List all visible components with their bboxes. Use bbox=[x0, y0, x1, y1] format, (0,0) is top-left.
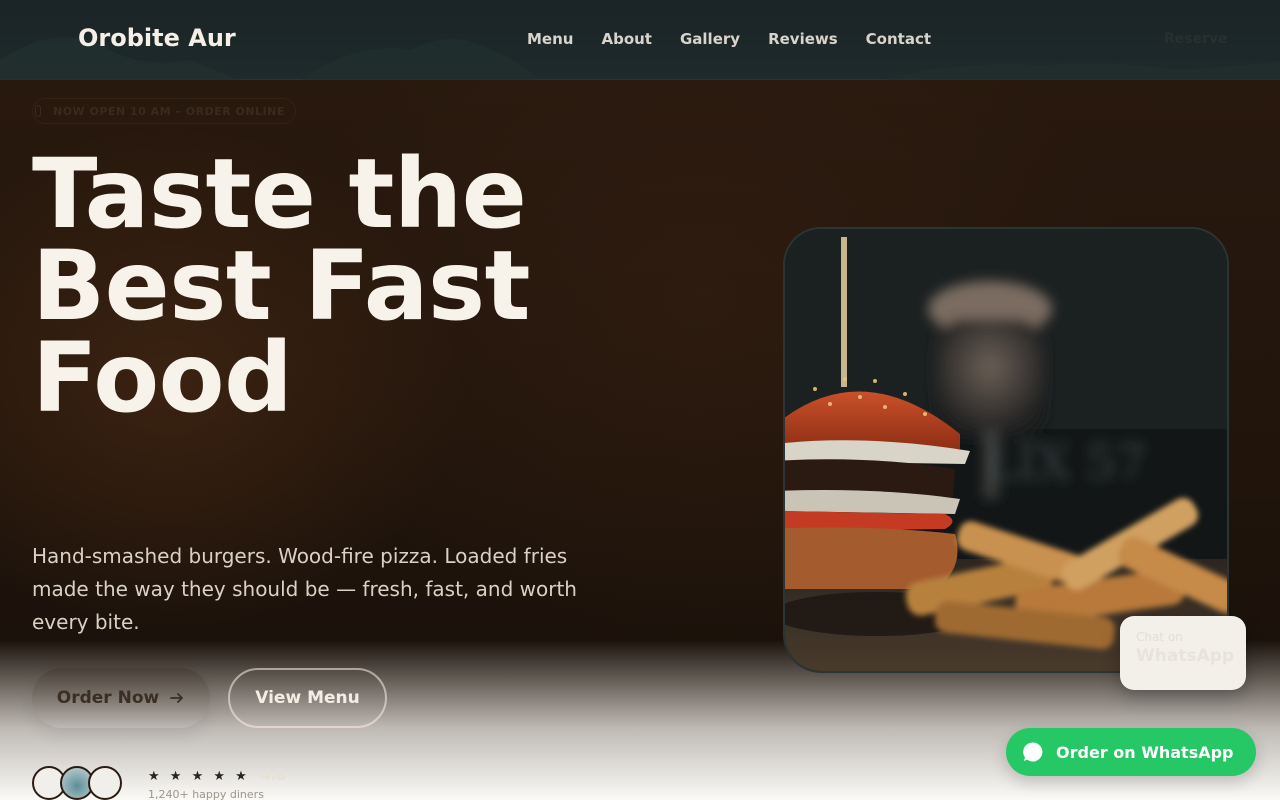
order-now-label: Order Now bbox=[56, 688, 160, 708]
order-whatsapp-button[interactable]: Order on WhatsApp bbox=[1006, 728, 1256, 776]
hero-headline: Taste the Best Fast Food bbox=[32, 138, 652, 434]
nav-link-menu[interactable]: Menu bbox=[527, 30, 573, 48]
diners-count: 1,240+ happy diners bbox=[148, 788, 264, 800]
chat-bubble-icon bbox=[1022, 741, 1044, 763]
brand-logo[interactable]: Orobite Aur bbox=[78, 24, 236, 52]
svg-text:ŁIX 57: ŁIX 57 bbox=[985, 435, 1147, 491]
nav-link-gallery[interactable]: Gallery bbox=[680, 30, 740, 48]
nav-link-contact[interactable]: Contact bbox=[866, 30, 931, 48]
headline-line-3: Food bbox=[32, 322, 293, 434]
rating-row: ★ ★ ★ ★ ★ 4.8 bbox=[148, 768, 286, 784]
chat-card-small-text: Chat on bbox=[1136, 630, 1183, 644]
star-rating-icon: ★ ★ ★ ★ ★ bbox=[148, 769, 250, 784]
nav-link-reviews[interactable]: Reviews bbox=[768, 30, 838, 48]
food-photo: ŁIX 57 bbox=[783, 227, 1229, 673]
primary-nav: Menu About Gallery Reviews Contact bbox=[527, 30, 931, 48]
whatsapp-chat-card[interactable]: Chat on WhatsApp bbox=[1120, 616, 1246, 690]
status-badge: NOW OPEN 10 AM – ORDER ONLINE bbox=[32, 98, 296, 124]
rating-score: 4.8 bbox=[260, 768, 286, 784]
top-navbar: Orobite Aur Menu About Gallery Reviews C… bbox=[0, 0, 1280, 80]
view-menu-button[interactable]: View Menu bbox=[228, 668, 387, 728]
badge-text: NOW OPEN 10 AM – ORDER ONLINE bbox=[53, 104, 285, 118]
order-now-button[interactable]: Order Now bbox=[32, 668, 210, 728]
chat-card-big-text: WhatsApp bbox=[1136, 646, 1235, 666]
avatar bbox=[88, 766, 122, 800]
burger-fries-illustration: ŁIX 57 bbox=[785, 229, 1227, 671]
whatsapp-button-label: Order on WhatsApp bbox=[1056, 742, 1234, 762]
badge-dot-icon bbox=[35, 105, 41, 117]
headline-line-1: Taste the bbox=[32, 138, 527, 250]
diner-avatars bbox=[32, 766, 132, 800]
hero-subcopy: Hand-smashed burgers. Wood-fire pizza. L… bbox=[32, 544, 577, 634]
nav-link-about[interactable]: About bbox=[601, 30, 652, 48]
arrow-right-icon bbox=[170, 693, 184, 703]
reserve-button[interactable]: Reserve bbox=[1164, 31, 1228, 47]
headline-line-2: Best Fast bbox=[32, 230, 531, 342]
